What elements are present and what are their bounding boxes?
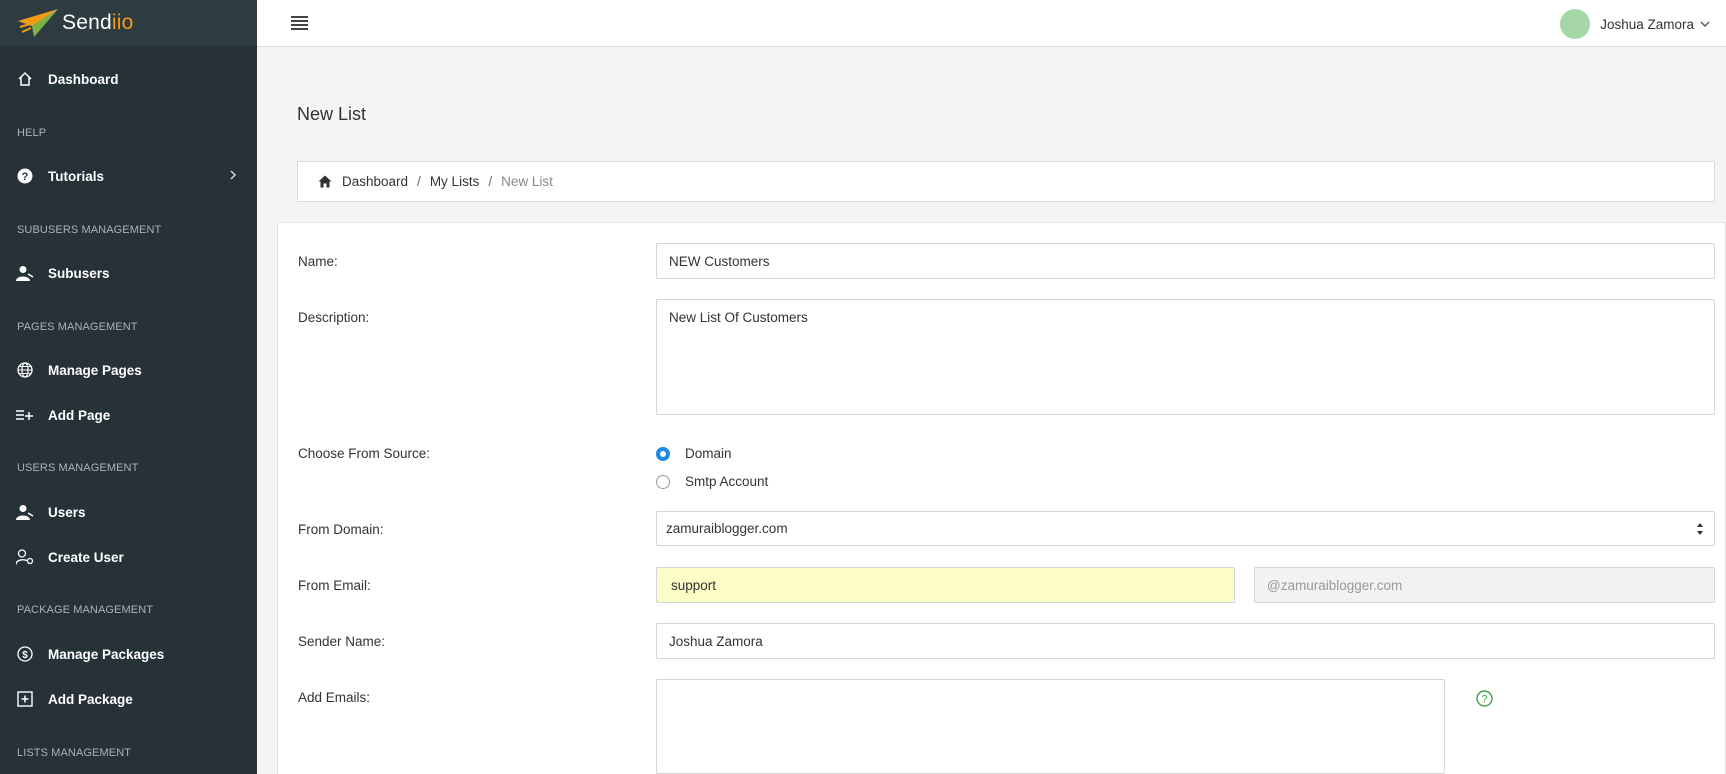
- add-emails-label: Add Emails:: [298, 690, 371, 705]
- home-icon[interactable]: [318, 175, 332, 188]
- brand-logo[interactable]: Sendiio: [0, 0, 257, 46]
- select-arrows-icon: [1697, 523, 1703, 535]
- list-add-icon: [15, 405, 35, 425]
- sidebar-item-label: Add Page: [48, 407, 111, 423]
- radio-smtp-account-label: Smtp Account: [685, 474, 769, 489]
- sidebar-item-manage-pages[interactable]: Manage Pages: [0, 350, 257, 390]
- sidebar-item-dashboard[interactable]: Dashboard: [0, 59, 257, 99]
- sidebar-item-add-page[interactable]: Add Page: [0, 395, 257, 435]
- sender-name-input[interactable]: [656, 623, 1715, 659]
- from-domain-label: From Domain:: [298, 522, 384, 537]
- section-subusers-management: SUBUSERS MANAGEMENT: [17, 224, 162, 236]
- section-lists-management: LISTS MANAGEMENT: [17, 747, 132, 759]
- sidebar-item-manage-packages[interactable]: $ Manage Packages: [0, 634, 257, 674]
- chevron-right-icon: [230, 170, 237, 180]
- user-icon: [15, 263, 35, 283]
- radio-smtp-account[interactable]: Smtp Account: [656, 474, 768, 489]
- user-menu[interactable]: Joshua Zamora: [1560, 9, 1710, 39]
- sidebar: Sendiio Dashboard HELP ? Tutorials SUBUS…: [0, 0, 257, 774]
- sidebar-item-label: Manage Pages: [48, 362, 142, 378]
- radio-domain-button[interactable]: [656, 446, 670, 461]
- from-email-label: From Email:: [298, 578, 371, 593]
- page-title: New List: [297, 104, 367, 124]
- home-icon: [15, 69, 35, 89]
- avatar: [1560, 9, 1591, 39]
- sidebar-item-create-user[interactable]: Create User: [0, 537, 257, 577]
- breadcrumb-current: New List: [501, 174, 553, 189]
- user-icon: [15, 502, 35, 522]
- from-email-domain-field: [1254, 567, 1715, 603]
- top-bar: Joshua Zamora: [257, 0, 1726, 47]
- source-label: Choose From Source:: [298, 446, 431, 461]
- svg-text:?: ?: [22, 171, 29, 183]
- section-users-management: USERS MANAGEMENT: [17, 462, 139, 474]
- user-name: Joshua Zamora: [1600, 16, 1694, 32]
- description-textarea[interactable]: New List Of Customers: [656, 299, 1715, 415]
- description-label: Description:: [298, 310, 370, 325]
- svg-text:?: ?: [1481, 694, 1487, 706]
- globe-icon: [15, 360, 35, 380]
- sender-name-label: Sender Name:: [298, 634, 386, 649]
- breadcrumb: Dashboard / My Lists / New List: [297, 161, 1715, 202]
- breadcrumb-dashboard[interactable]: Dashboard: [342, 174, 408, 189]
- radio-domain-label: Domain: [685, 446, 732, 461]
- sidebar-item-label: Manage Packages: [48, 646, 165, 662]
- sidebar-item-add-package[interactable]: Add Package: [0, 679, 257, 719]
- section-pages-management: PAGES MANAGEMENT: [17, 321, 138, 333]
- breadcrumb-my-lists[interactable]: My Lists: [430, 174, 480, 189]
- svg-text:$: $: [22, 650, 28, 661]
- section-help: HELP: [17, 127, 47, 139]
- name-input[interactable]: [656, 243, 1715, 279]
- sidebar-item-label: Add Package: [48, 691, 133, 707]
- radio-smtp-account-button[interactable]: [656, 474, 670, 489]
- sidebar-item-tutorials[interactable]: ? Tutorials: [0, 156, 257, 196]
- breadcrumb-separator: /: [417, 174, 421, 189]
- sidebar-item-users[interactable]: Users: [0, 492, 257, 532]
- help-icon[interactable]: ?: [1476, 690, 1493, 707]
- sidebar-item-label: Subusers: [48, 265, 110, 281]
- name-label: Name:: [298, 254, 338, 269]
- user-gear-icon: [15, 547, 35, 567]
- brand-name: Sendiio: [62, 11, 134, 34]
- sidebar-item-subusers[interactable]: Subusers: [0, 253, 257, 293]
- sidebar-item-label: Create User: [48, 549, 124, 565]
- from-email-input[interactable]: [656, 567, 1235, 603]
- from-domain-select[interactable]: zamuraiblogger.com: [656, 511, 1715, 546]
- plus-square-icon: [15, 689, 35, 709]
- paper-plane-logo-icon: [18, 9, 58, 37]
- chevron-down-icon: [1700, 21, 1710, 27]
- add-emails-textarea[interactable]: [656, 679, 1445, 774]
- dollar-circle-icon: $: [15, 644, 35, 664]
- sidebar-item-label: Dashboard: [48, 71, 119, 87]
- sidebar-item-label: Tutorials: [48, 168, 105, 184]
- question-circle-icon: ?: [15, 166, 35, 186]
- section-package-management: PACKAGE MANAGEMENT: [17, 604, 154, 616]
- hamburger-menu-icon[interactable]: [291, 16, 308, 30]
- breadcrumb-separator: /: [488, 174, 493, 189]
- sidebar-item-label: Users: [48, 504, 86, 520]
- from-domain-value: zamuraiblogger.com: [666, 521, 788, 536]
- radio-domain[interactable]: Domain: [656, 446, 732, 461]
